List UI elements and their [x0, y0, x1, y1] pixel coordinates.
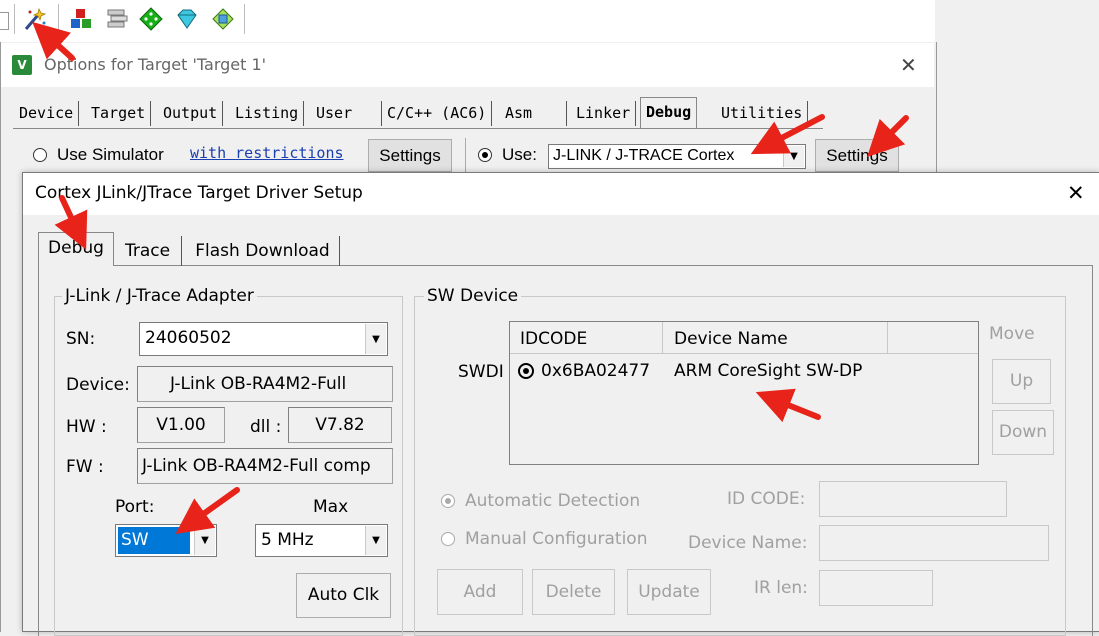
stack-icon[interactable] [104, 6, 130, 32]
column-header-idcode[interactable]: IDCODE [520, 329, 587, 349]
add-button[interactable]: Add [437, 569, 523, 615]
swdi-label: SWDI [458, 362, 504, 382]
table-row[interactable]: 0x6BA02477 ARM CoreSight SW-DP [510, 358, 978, 384]
tab-listing[interactable]: Listing [230, 101, 305, 126]
row-idcode: 0x6BA02477 [541, 361, 651, 381]
use-label: Use: [502, 145, 537, 164]
debugger-select[interactable]: J-LINK / J-TRACE Cortex ▼ [548, 144, 806, 169]
port-select-value: SW [118, 527, 190, 554]
tab-target[interactable]: Target [86, 101, 152, 126]
tab-user[interactable]: User [311, 101, 382, 126]
tab-linker[interactable]: Linker [571, 101, 637, 126]
port-label: Port: [115, 497, 155, 517]
sn-select-value: 24060502 [145, 328, 232, 348]
dialog-title: Cortex JLink/JTrace Target Driver Setup [35, 183, 363, 203]
hw-field: V1.00 [137, 407, 225, 443]
adapter-group-label: J-Link / J-Trace Adapter [62, 286, 257, 306]
manual-configuration-label: Manual Configuration [465, 529, 648, 549]
automatic-detection-label: Automatic Detection [465, 491, 641, 511]
debugger-select-value: J-LINK / J-TRACE Cortex [553, 147, 735, 164]
tab-utilities[interactable]: Utilities [716, 101, 809, 126]
max-label: Max [313, 497, 349, 517]
automatic-detection-radio[interactable] [441, 494, 455, 508]
max-clock-select[interactable]: 5 MHz ▼ [255, 524, 388, 557]
column-header-device-name[interactable]: Device Name [674, 329, 788, 349]
use-simulator-radio[interactable] [33, 148, 47, 162]
id-code-field[interactable] [819, 481, 1007, 517]
device-field: J-Link OB-RA4M2-Full [137, 366, 393, 402]
gem-icon[interactable] [174, 6, 200, 32]
chevron-down-icon[interactable]: ▼ [783, 146, 804, 167]
tab-asm[interactable]: Asm [500, 101, 567, 126]
move-label: Move [989, 324, 1035, 344]
sw-device-table: IDCODE Device Name 0x6BA02477 ARM CoreSi… [509, 321, 979, 465]
device-label: Device: [66, 375, 130, 395]
vertical-divider [465, 138, 466, 174]
tab-output[interactable]: Output [158, 101, 224, 126]
chevron-down-icon[interactable]: ▼ [365, 526, 386, 555]
column-divider [662, 322, 663, 353]
dll-field: V7.82 [288, 407, 392, 443]
sn-label: SN: [66, 329, 96, 349]
ir-len-field[interactable] [819, 570, 933, 606]
chevron-down-icon[interactable]: ▼ [365, 324, 386, 354]
magic-wand-icon[interactable] [22, 6, 48, 32]
fw-label: FW : [66, 457, 104, 477]
dll-label: dll : [250, 417, 282, 437]
update-button[interactable]: Update [627, 569, 711, 615]
fw-field: J-Link OB-RA4M2-Full comp [137, 448, 393, 484]
options-close-button[interactable]: ✕ [900, 53, 917, 77]
sn-select[interactable]: 24060502 ▼ [139, 322, 388, 356]
checkbox-fragment [0, 12, 9, 30]
toolbar [0, 0, 1099, 42]
delete-button[interactable]: Delete [532, 569, 615, 615]
dialog-tab-debug[interactable]: Debug [38, 232, 114, 266]
dialog-tab-trace[interactable]: Trace [114, 236, 182, 266]
pack-installer-icon[interactable] [210, 6, 236, 32]
column-divider [887, 322, 888, 353]
manual-configuration-radio[interactable] [441, 532, 455, 546]
move-down-button[interactable]: Down [992, 410, 1054, 455]
port-select[interactable]: SW ▼ [115, 524, 217, 557]
ir-len-label: IR len: [754, 578, 808, 598]
id-code-label: ID CODE: [727, 489, 806, 509]
tab-device[interactable]: Device [14, 101, 80, 126]
max-clock-select-value: 5 MHz [261, 530, 314, 550]
options-window-title: Options for Target 'Target 1' [44, 55, 267, 74]
debugger-settings-button[interactable]: Settings [815, 139, 899, 172]
dialog-close-button[interactable]: ✕ [1067, 181, 1085, 205]
sw-device-group-label: SW Device [424, 286, 522, 306]
options-for-target-icon[interactable] [68, 6, 94, 32]
row-device-name: ARM CoreSight SW-DP [674, 361, 863, 381]
options-app-icon: V [12, 55, 32, 75]
with-restrictions-link[interactable]: with restrictions [190, 144, 344, 162]
move-up-button[interactable]: Up [992, 359, 1051, 404]
auto-clk-button[interactable]: Auto Clk [296, 573, 391, 618]
hw-label: HW : [66, 417, 107, 437]
device-name-field[interactable] [819, 525, 1049, 561]
use-simulator-label: Use Simulator [57, 145, 164, 164]
device-name-label: Device Name: [688, 533, 808, 553]
selected-row-radio-icon [518, 363, 534, 379]
chevron-down-icon[interactable]: ▼ [194, 526, 215, 555]
tab-cpp[interactable]: C/C++ (AC6) [382, 101, 493, 126]
dice-icon[interactable] [138, 6, 164, 32]
dialog-tab-flash-download[interactable]: Flash Download [186, 236, 340, 266]
use-debugger-radio[interactable] [478, 148, 492, 162]
simulator-settings-button[interactable]: Settings [368, 139, 452, 172]
tab-debug[interactable]: Debug [640, 97, 698, 128]
